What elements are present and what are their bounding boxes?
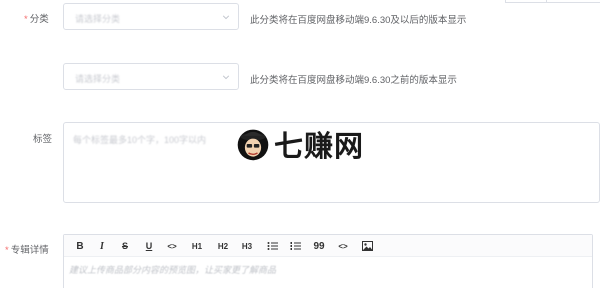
bold-button[interactable]: B: [73, 238, 87, 254]
strikethrough-button[interactable]: S: [118, 238, 132, 254]
editor-placeholder: 建议上传商品部分内容的预览图，让买家更了解商品: [69, 265, 277, 275]
image-icon[interactable]: [360, 238, 374, 254]
category-old-hint: 此分类将在百度网盘移动端9.6.30之前的版本显示: [250, 75, 457, 86]
tags-label: 标签: [33, 134, 53, 145]
category-select[interactable]: 请选择分类: [63, 3, 239, 30]
category-label: * 分类: [24, 14, 49, 25]
heading3-button[interactable]: H3: [240, 238, 254, 254]
heading1-button[interactable]: H1: [190, 238, 204, 254]
blockquote-button[interactable]: 99: [312, 238, 326, 254]
album-detail-label: * 专辑详情: [5, 245, 49, 256]
rich-text-editor[interactable]: B I S U <> H1 H2 H3 99 <> 建议上传商品部分内容的预览图…: [63, 234, 593, 288]
category-old-select[interactable]: 请选择分类: [63, 63, 239, 90]
category-select-placeholder: 请选择分类: [75, 14, 121, 24]
chevron-down-icon: [222, 15, 230, 20]
watermark: 七赚网: [235, 124, 364, 164]
underline-button[interactable]: U: [142, 238, 156, 254]
required-star: *: [24, 14, 28, 25]
heading2-button[interactable]: H2: [216, 238, 230, 254]
mascot-logo-icon: [237, 129, 269, 161]
inline-code-button[interactable]: <>: [165, 238, 179, 254]
tags-placeholder: 每个标签最多10个字，100字以内: [73, 135, 207, 145]
editor-toolbar: B I S U <> H1 H2 H3 99 <>: [64, 235, 592, 257]
category-hint: 此分类将在百度网盘移动端9.6.30及以后的版本显示: [250, 15, 467, 26]
watermark-text: 七赚网: [274, 129, 365, 163]
numbered-list-icon[interactable]: [288, 238, 302, 254]
top-button-group-fragment[interactable]: [505, 0, 600, 3]
required-star: *: [5, 245, 9, 256]
category-old-select-placeholder: 请选择分类: [75, 74, 121, 84]
code-block-button[interactable]: <>: [336, 238, 350, 254]
bullet-list-icon[interactable]: [265, 238, 279, 254]
chevron-down-icon: [222, 75, 230, 80]
italic-button[interactable]: I: [95, 238, 109, 254]
